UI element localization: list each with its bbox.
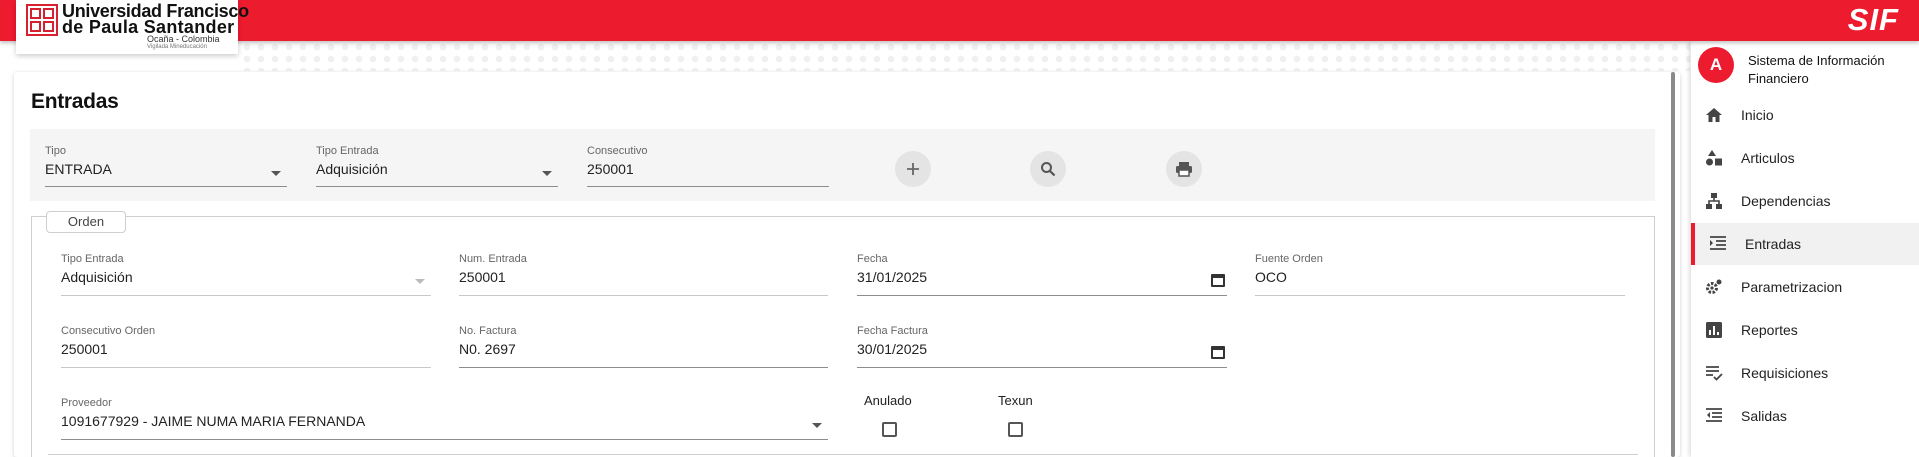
num-entrada-input[interactable]: Num. Entrada 250001 xyxy=(459,253,828,296)
consecutivo-input[interactable]: Consecutivo 250001 xyxy=(587,145,829,187)
sidebar-item-reportes[interactable]: Reportes xyxy=(1691,309,1919,351)
sidebar-item-label: Salidas xyxy=(1741,408,1787,424)
search-button[interactable] xyxy=(1030,151,1066,187)
fecha-factura-value: 30/01/2025 xyxy=(857,341,928,357)
sidebar-item-inicio[interactable]: Inicio xyxy=(1691,94,1919,136)
orden-tipo-entrada-label: Tipo Entrada xyxy=(61,253,124,265)
logo-line-3: Ocaña - Colombia xyxy=(147,34,220,44)
divider xyxy=(48,454,1638,455)
tipo-select[interactable]: Tipo ENTRADA xyxy=(45,145,287,187)
fecha-factura-input[interactable]: Fecha Factura 30/01/2025 xyxy=(857,325,1227,368)
sidebar-item-dependencias[interactable]: Dependencias xyxy=(1691,180,1919,222)
sidebar-item-label: Dependencias xyxy=(1741,193,1831,209)
print-button[interactable] xyxy=(1166,151,1202,187)
sidebar-item-label: Requisiciones xyxy=(1741,365,1829,381)
fecha-value: 31/01/2025 xyxy=(857,269,928,285)
no-factura-label: No. Factura xyxy=(459,325,517,337)
add-button[interactable] xyxy=(895,151,931,187)
sidebar-item-entradas[interactable]: Entradas xyxy=(1691,223,1919,265)
page-title: Entradas xyxy=(31,90,119,113)
fuente-orden-input[interactable]: Fuente Orden OCO xyxy=(1255,253,1625,296)
num-entrada-label: Num. Entrada xyxy=(459,253,527,265)
sidebar-item-articulos[interactable]: Articulos xyxy=(1691,137,1919,179)
plus-icon xyxy=(907,163,919,175)
proveedor-select[interactable]: Proveedor 1091677929 - JAIME NUMA MARIA … xyxy=(61,397,828,440)
decorative-dots xyxy=(240,41,1690,71)
top-bar: SIF xyxy=(0,0,1919,41)
sidebar-item-requisiciones[interactable]: Requisiciones xyxy=(1691,352,1919,394)
num-entrada-value: 250001 xyxy=(459,269,506,285)
fecha-input[interactable]: Fecha 31/01/2025 xyxy=(857,253,1227,296)
no-factura-input[interactable]: No. Factura N0. 2697 xyxy=(459,325,828,368)
anulado-label: Anulado xyxy=(864,393,912,408)
calendar-icon[interactable] xyxy=(1211,346,1225,359)
orden-tipo-entrada-value: Adquisición xyxy=(61,269,133,285)
tipo-label: Tipo xyxy=(45,145,66,157)
brand-label: SIF xyxy=(1847,2,1899,37)
chevron-down-icon xyxy=(542,171,552,176)
indent-icon xyxy=(1709,235,1727,253)
sidebar-item-label: Parametrizacion xyxy=(1741,279,1843,295)
chevron-down-icon xyxy=(415,279,425,284)
chevron-down-icon xyxy=(271,171,281,176)
shapes-icon xyxy=(1705,149,1723,167)
consecutivo-value: 250001 xyxy=(587,161,634,177)
fuente-orden-value: OCO xyxy=(1255,269,1287,285)
hierarchy-icon xyxy=(1705,192,1723,210)
orden-legend: Orden xyxy=(46,211,126,233)
consecutivo-orden-input[interactable]: Consecutivo Orden 250001 xyxy=(61,325,431,368)
outdent-icon xyxy=(1705,407,1723,425)
sidebar-title: Sistema de Información Financiero xyxy=(1748,53,1885,86)
search-icon xyxy=(1041,162,1056,177)
gears-icon xyxy=(1705,278,1723,296)
university-logo[interactable]: Universidad Francisco de Paula Santander… xyxy=(16,0,249,54)
sidebar-item-parametrizacion[interactable]: Parametrizacion xyxy=(1691,266,1919,308)
tipo-entrada-select[interactable]: Tipo Entrada Adquisición xyxy=(316,145,558,187)
consecutivo-orden-label: Consecutivo Orden xyxy=(61,325,156,337)
sidebar-item-salidas[interactable]: Salidas xyxy=(1691,395,1919,437)
consecutivo-label: Consecutivo xyxy=(587,145,648,157)
tipo-entrada-value: Adquisición xyxy=(316,161,388,177)
orden-tipo-entrada-select[interactable]: Tipo Entrada Adquisición xyxy=(61,253,431,296)
proveedor-label: Proveedor xyxy=(61,397,112,409)
consecutivo-orden-value: 250001 xyxy=(61,341,108,357)
fecha-factura-label: Fecha Factura xyxy=(857,325,928,337)
proveedor-value: 1091677929 - JAIME NUMA MARIA FERNANDA xyxy=(61,413,366,429)
bar-chart-icon xyxy=(1705,321,1723,339)
print-icon xyxy=(1176,162,1192,177)
tipo-value: ENTRADA xyxy=(45,161,112,177)
home-icon xyxy=(1705,106,1723,124)
sidebar-item-label: Reportes xyxy=(1741,322,1798,338)
fuente-orden-label: Fuente Orden xyxy=(1255,253,1323,265)
calendar-icon[interactable] xyxy=(1211,274,1225,287)
texun-label: Texun xyxy=(998,393,1033,408)
checklist-icon xyxy=(1705,364,1723,382)
logo-mark-icon xyxy=(26,4,58,36)
fecha-label: Fecha xyxy=(857,253,888,265)
sidebar-item-label: Entradas xyxy=(1745,236,1802,252)
logo-line-4: Vigilada Mineducación xyxy=(147,44,207,50)
avatar[interactable]: A xyxy=(1698,47,1734,83)
sidebar-item-label: Articulos xyxy=(1741,150,1795,166)
texun-checkbox[interactable] xyxy=(1008,422,1023,437)
no-factura-value: N0. 2697 xyxy=(459,341,516,357)
tipo-entrada-label: Tipo Entrada xyxy=(316,145,379,157)
chevron-down-icon xyxy=(812,423,822,428)
scrollbar[interactable] xyxy=(1671,72,1675,457)
sidebar-item-label: Inicio xyxy=(1741,107,1774,123)
anulado-checkbox[interactable] xyxy=(882,422,897,437)
